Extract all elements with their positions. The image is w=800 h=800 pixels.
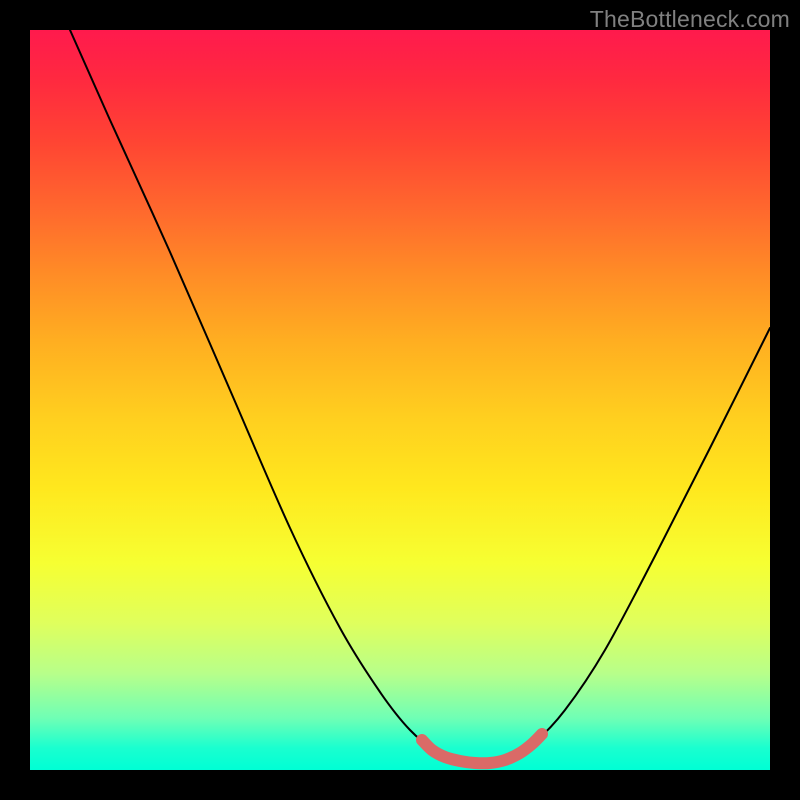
bottleneck-curve	[70, 30, 770, 762]
watermark-label: TheBottleneck.com	[590, 6, 790, 33]
plot-area	[30, 30, 770, 770]
optimal-range-marker	[422, 734, 542, 763]
curve-svg	[30, 30, 770, 770]
chart-frame: TheBottleneck.com	[0, 0, 800, 800]
